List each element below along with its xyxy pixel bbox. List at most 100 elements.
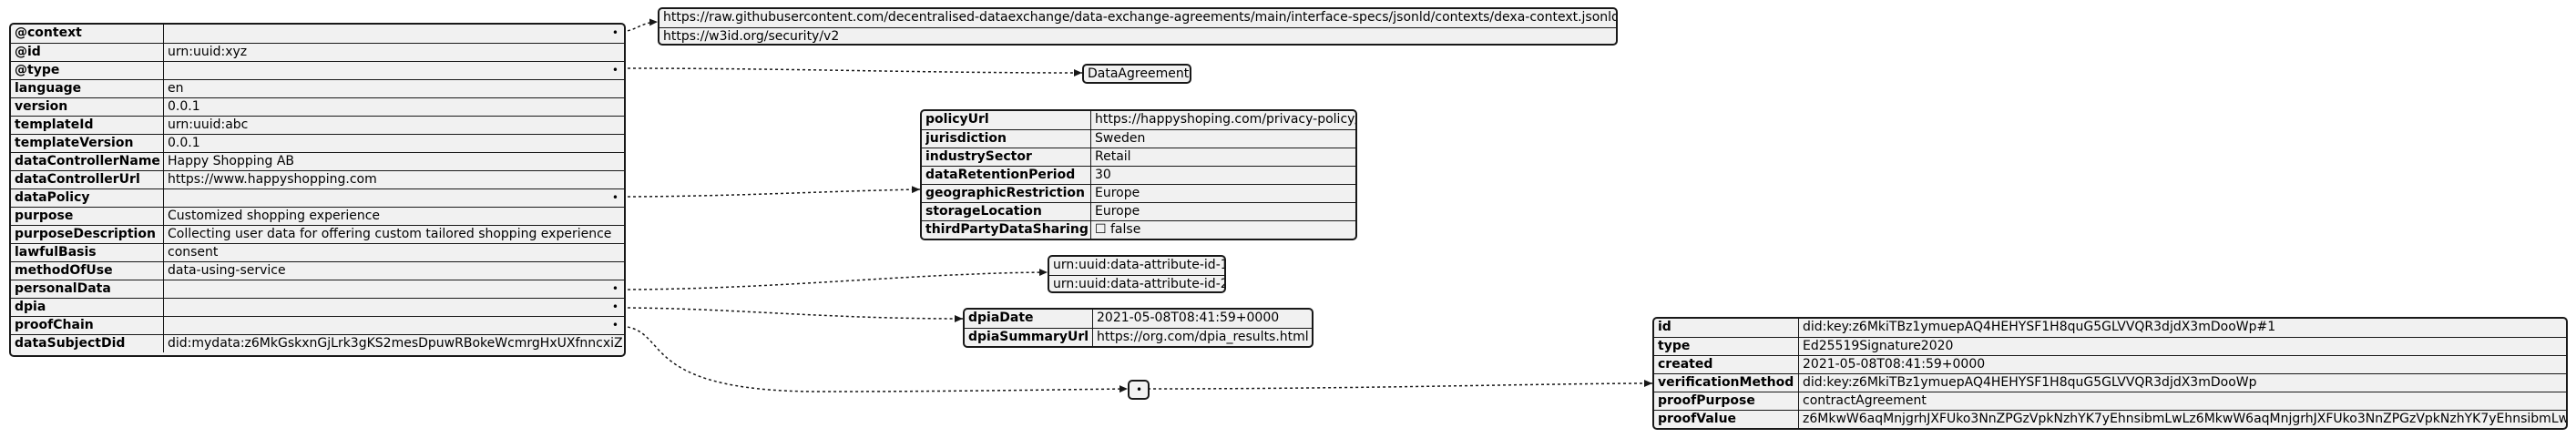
- row-value: Happy Shopping AB: [163, 153, 624, 170]
- row-pointer-dot: •: [163, 62, 624, 79]
- proof-chain-list: •: [1128, 380, 1150, 400]
- row-value: 0.0.1: [163, 135, 624, 152]
- table-row: created 2021-05-08T08:41:59+0000: [1654, 355, 2566, 373]
- row-key: dataRetentionPeriod: [925, 168, 1076, 182]
- row-value: Sweden: [1090, 130, 1355, 148]
- row-key: @id: [15, 45, 41, 59]
- row-key: storageLocation: [925, 204, 1042, 219]
- row-key: policyUrl: [925, 112, 989, 127]
- list-item: DataAgreement: [1088, 66, 1190, 81]
- row-value: did:key:z6MkiTBz1ymuepAQ4HEHYSF1H8quG5GL…: [1798, 319, 2566, 337]
- type-list: DataAgreement: [1082, 64, 1191, 84]
- table-row: proofPurpose contractAgreement: [1654, 392, 2566, 410]
- table-row: dpiaSummaryUrl https://org.com/dpia_resul…: [965, 328, 1312, 346]
- row-pointer-dot: •: [163, 189, 624, 207]
- row-value: https://org.com/dpia_results.html: [1092, 329, 1312, 346]
- personal-data-list: urn:uuid:data-attribute-id-1 urn:uuid:da…: [1048, 255, 1226, 293]
- row-pointer-dot: •: [163, 280, 624, 298]
- row-key: id: [1658, 320, 1671, 334]
- table-row: dataControllerName Happy Shopping AB: [11, 152, 624, 170]
- row-value: Europe: [1090, 185, 1355, 202]
- row-key: proofValue: [1658, 412, 1737, 426]
- table-row: purposeDescription Collecting user data f…: [11, 225, 624, 243]
- list-item: urn:uuid:data-attribute-id-1: [1053, 258, 1226, 272]
- proof-chain-item: •: [1136, 383, 1143, 396]
- edge-dpia: [616, 307, 964, 322]
- row-key: created: [1658, 357, 1713, 372]
- table-row: @type •: [11, 61, 624, 79]
- row-key: verificationMethod: [1658, 375, 1794, 390]
- row-value: https://happyshoping.com/privacy-policy/: [1090, 111, 1355, 129]
- row-pointer-dot: •: [163, 317, 624, 334]
- table-row: lawfulBasis consent: [11, 243, 624, 261]
- row-key: @context: [15, 25, 82, 40]
- row-pointer-dot: •: [163, 25, 624, 43]
- row-pointer-dot: •: [163, 299, 624, 316]
- table-row: dataSubjectDid did:mydata:z6MkGskxnGjLrk3…: [11, 334, 624, 352]
- row-value: consent: [163, 244, 624, 261]
- table-row: proofValue z6MkwW6aqMnjgrhJXFUko3NnZPGzVp…: [1654, 410, 2566, 428]
- table-row: @id urn:uuid:xyz: [11, 43, 624, 61]
- table-row: purpose Customized shopping experience: [11, 207, 624, 225]
- table-row: id did:key:z6MkiTBz1ymuepAQ4HEHYSF1H8quG5…: [1654, 319, 2566, 337]
- row-value: en: [163, 80, 624, 97]
- table-row: industrySector Retail: [922, 148, 1355, 166]
- row-value: Collecting user data for offering custom…: [163, 226, 624, 243]
- table-row: geographicRestriction Europe: [922, 184, 1355, 202]
- table-row: proofChain •: [11, 316, 624, 334]
- row-key: proofPurpose: [1658, 393, 1755, 408]
- list-item: https://raw.githubusercontent.com/decent…: [663, 10, 1618, 25]
- row-value: https://www.happyshopping.com: [163, 171, 624, 188]
- row-value: Ed25519Signature2020: [1798, 338, 2566, 355]
- row-value: 2021-05-08T08:41:59+0000: [1092, 310, 1312, 328]
- row-key: purpose: [15, 209, 74, 223]
- row-value: did:key:z6MkiTBz1ymuepAQ4HEHYSF1H8quG5GL…: [1798, 374, 2566, 392]
- row-value: Customized shopping experience: [163, 208, 624, 225]
- table-row: @context •: [11, 25, 624, 43]
- row-value: urn:uuid:abc: [163, 117, 624, 134]
- row-key: type: [1658, 339, 1691, 353]
- row-value: urn:uuid:xyz: [163, 44, 624, 61]
- list-item: https://w3id.org/security/v2: [659, 27, 1616, 44]
- table-row: methodOfUse data-using-service: [11, 261, 624, 280]
- table-row: personalData •: [11, 280, 624, 298]
- row-value: 2021-05-08T08:41:59+0000: [1798, 356, 2566, 373]
- row-value: data-using-service: [163, 262, 624, 280]
- row-key: dpia: [15, 300, 46, 314]
- row-key: personalData: [15, 281, 111, 296]
- table-row: jurisdiction Sweden: [922, 129, 1355, 148]
- table-row: dataControllerUrl https://www.happyshoppi…: [11, 170, 624, 188]
- edge-type: [616, 67, 1083, 76]
- row-key: dataSubjectDid: [15, 336, 126, 351]
- row-value: 0.0.1: [163, 98, 624, 116]
- row-key: lawfulBasis: [15, 245, 97, 260]
- table-row: dataPolicy •: [11, 188, 624, 207]
- row-value: 30: [1090, 167, 1355, 184]
- row-key: proofChain: [15, 318, 94, 332]
- row-key: dpiaSummaryUrl: [968, 330, 1089, 344]
- edge-proof: [1147, 380, 1653, 390]
- table-row: type Ed25519Signature2020: [1654, 337, 2566, 355]
- row-key: dataPolicy: [15, 190, 90, 205]
- row-key: geographicRestriction: [925, 186, 1085, 200]
- table-row: dpia •: [11, 298, 624, 316]
- row-key: @type: [15, 63, 60, 77]
- context-list: https://raw.githubusercontent.com/decent…: [658, 7, 1618, 46]
- row-key: dpiaDate: [968, 311, 1034, 325]
- table-row: language en: [11, 79, 624, 97]
- row-value: ☐ false: [1090, 221, 1355, 239]
- table-row: verificationMethod did:key:z6MkiTBz1ymuep…: [1654, 373, 2566, 392]
- table-row: templateVersion 0.0.1: [11, 134, 624, 152]
- row-key: templateVersion: [15, 136, 134, 150]
- row-key: jurisdiction: [925, 131, 1007, 146]
- edge-data-policy: [616, 186, 921, 198]
- data-policy-table: policyUrl https://happyshoping.com/privac…: [920, 109, 1357, 240]
- table-row: dpiaDate 2021-05-08T08:41:59+0000: [965, 310, 1312, 328]
- table-row: templateId urn:uuid:abc: [11, 116, 624, 134]
- row-value: Retail: [1090, 148, 1355, 166]
- row-key: purposeDescription: [15, 227, 156, 241]
- root-object-table: @context • @id urn:uuid:xyz @type • language en…: [9, 23, 626, 357]
- table-row: dataRetentionPeriod 30: [922, 166, 1355, 184]
- row-value: Europe: [1090, 203, 1355, 220]
- list-item: urn:uuid:data-attribute-id-2: [1049, 275, 1224, 291]
